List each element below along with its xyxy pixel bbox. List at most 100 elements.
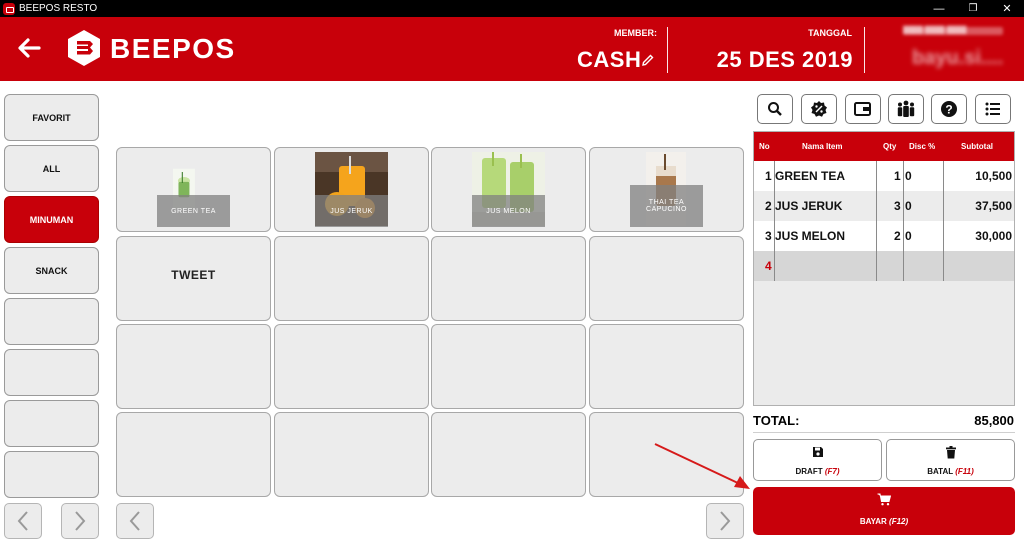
category-empty[interactable] — [4, 451, 99, 498]
order-row[interactable]: 3 JUS MELON 2 0 30,000 — [754, 221, 1014, 251]
category-empty[interactable] — [4, 298, 99, 345]
category-label: ALL — [42, 163, 61, 174]
menu-item-green-tea[interactable]: GREEN TEA — [116, 147, 271, 232]
order-row[interactable]: 2 JUS JERUK 3 0 37,500 — [754, 191, 1014, 221]
category-favorit[interactable]: FAVORIT — [4, 94, 99, 141]
search-button[interactable] — [757, 94, 793, 124]
user-name-blurred[interactable]: bayu.si.... — [912, 47, 1008, 69]
item-caption: JUS JERUK — [315, 195, 388, 227]
menu-item-jus-melon[interactable]: JUS MELON — [431, 147, 586, 232]
chevron-right-icon — [75, 511, 86, 531]
order-table: No Nama Item Qty Disc % Subtotal 1 GREEN… — [753, 131, 1015, 406]
category-all[interactable]: ALL — [4, 145, 99, 192]
brand-name: BEEPOS — [110, 33, 236, 64]
customers-button[interactable] — [888, 94, 924, 124]
menu-item-empty[interactable] — [431, 236, 586, 321]
discount-badge-icon — [811, 101, 827, 117]
draft-label: DRAFT (F7) — [795, 467, 840, 476]
menu-item-thai-tea-capucino[interactable]: THAI TEA CAPUCINO — [589, 147, 744, 232]
cancel-button[interactable]: BATAL (F11) — [886, 439, 1015, 481]
column-divider — [943, 161, 944, 281]
menu-item-empty[interactable] — [589, 412, 744, 497]
row-item: GREEN TEA — [775, 169, 846, 183]
category-empty[interactable] — [4, 400, 99, 447]
menu-item-empty[interactable] — [431, 324, 586, 409]
discount-button[interactable] — [801, 94, 837, 124]
row-qty: 2 — [894, 229, 901, 243]
chevron-right-icon — [720, 511, 731, 531]
total-value: 85,800 — [974, 413, 1014, 428]
row-disc: 0 — [905, 229, 912, 243]
total-label: TOTAL: — [753, 413, 800, 428]
window-titlebar: BEEPOS RESTO — ❐ ✕ — [0, 0, 1024, 17]
row-qty: 3 — [894, 199, 901, 213]
restore-button[interactable]: ❐ — [956, 0, 990, 17]
menu-item-empty[interactable] — [116, 412, 271, 497]
chevron-left-icon — [129, 511, 140, 531]
category-minuman[interactable]: MINUMAN — [4, 196, 99, 243]
item-caption: GREEN TEA — [157, 195, 230, 227]
help-button[interactable]: ? — [931, 94, 967, 124]
back-arrow-icon[interactable] — [14, 33, 44, 63]
wallet-button[interactable] — [845, 94, 881, 124]
list-button[interactable] — [975, 94, 1011, 124]
column-divider — [876, 161, 877, 281]
order-row[interactable]: 1 GREEN TEA 1 0 10,500 — [754, 161, 1014, 191]
menu-item-empty[interactable] — [431, 412, 586, 497]
wallet-icon — [854, 102, 871, 116]
member-value[interactable]: CASH — [577, 47, 641, 73]
menu-item-jus-jeruk[interactable]: JUS JERUK — [274, 147, 429, 232]
cart-icon — [753, 493, 1015, 508]
order-table-header: No Nama Item Qty Disc % Subtotal — [754, 132, 1014, 161]
menu-item-empty[interactable] — [274, 412, 429, 497]
app-icon — [3, 2, 15, 15]
menu-item-empty[interactable] — [274, 236, 429, 321]
pay-button[interactable]: BAYAR (F12) — [753, 487, 1015, 535]
minimize-button[interactable]: — — [922, 0, 956, 17]
draft-button[interactable]: DRAFT (F7) — [753, 439, 882, 481]
edit-pencil-icon[interactable] — [641, 53, 655, 70]
category-label: MINUMAN — [29, 214, 74, 225]
column-divider — [903, 161, 904, 281]
trash-icon — [887, 446, 1014, 461]
close-button[interactable]: ✕ — [990, 0, 1024, 17]
header-divider — [667, 27, 668, 73]
chevron-left-icon — [17, 511, 28, 531]
window-title: BEEPOS RESTO — [19, 3, 98, 14]
category-label: SNACK — [35, 265, 68, 276]
column-header-disc: Disc % — [909, 142, 936, 151]
menu-item-empty[interactable] — [589, 236, 744, 321]
pay-label: BAYAR (F12) — [859, 517, 909, 526]
category-prev-button[interactable] — [4, 503, 42, 539]
row-item: JUS JERUK — [775, 199, 843, 213]
order-row-new[interactable]: 4 — [754, 251, 1014, 281]
column-header-qty: Qty — [883, 142, 897, 151]
row-item: JUS MELON — [775, 229, 846, 243]
category-next-button[interactable] — [61, 503, 99, 539]
list-icon — [985, 102, 1000, 116]
row-subtotal: 30,000 — [975, 229, 1012, 243]
column-header-subtotal: Subtotal — [961, 142, 993, 151]
help-icon: ? — [941, 101, 957, 117]
menu-item-tweet[interactable]: TWEET — [116, 236, 271, 321]
row-no: 3 — [765, 229, 772, 243]
total-divider — [753, 432, 1015, 433]
category-snack[interactable]: SNACK — [4, 247, 99, 294]
menu-item-empty[interactable] — [274, 324, 429, 409]
menu-item-empty[interactable] — [116, 324, 271, 409]
column-header-no: No — [759, 142, 770, 151]
cancel-label: BATAL (F11) — [927, 467, 974, 476]
customers-icon — [897, 100, 915, 117]
items-next-button[interactable] — [706, 503, 744, 539]
menu-item-empty[interactable] — [589, 324, 744, 409]
header-divider — [864, 27, 865, 73]
items-prev-button[interactable] — [116, 503, 154, 539]
row-disc: 0 — [905, 199, 912, 213]
row-no: 4 — [765, 259, 772, 273]
app-header: BEEPOS MEMBER: CASH TANGGAL 25 DES 2019 … — [0, 17, 1024, 81]
member-label: MEMBER: — [614, 28, 657, 38]
category-empty[interactable] — [4, 349, 99, 396]
category-label: FAVORIT — [32, 112, 71, 123]
row-no: 2 — [765, 199, 772, 213]
column-divider — [774, 161, 775, 281]
